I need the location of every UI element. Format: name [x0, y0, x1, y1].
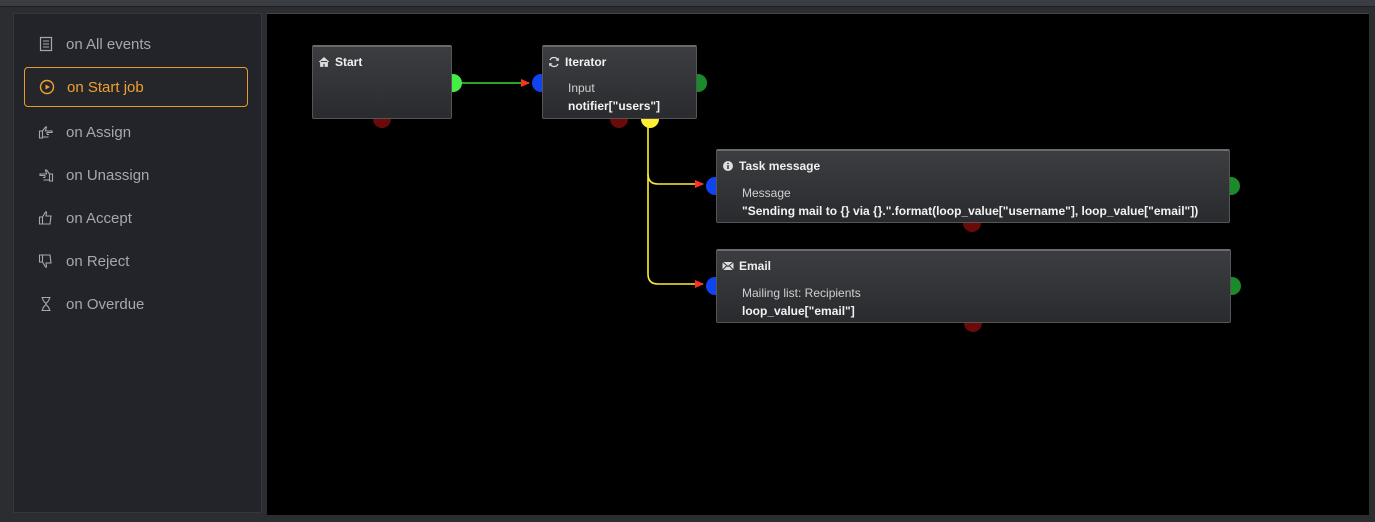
- event-sidebar: on All events on Start job on Assign on …: [13, 13, 262, 513]
- node-field-value: notifier["users"]: [568, 99, 661, 113]
- node-field-label: Mailing list: Recipients: [742, 286, 861, 300]
- sidebar-item-overdue[interactable]: on Overdue: [24, 284, 248, 324]
- sidebar-item-label: on Overdue: [66, 295, 145, 313]
- top-bar: [0, 0, 1375, 7]
- sidebar-item-assign[interactable]: on Assign: [24, 112, 248, 152]
- node-title: Task message: [722, 159, 820, 173]
- play-circle-icon: [39, 79, 55, 95]
- node-field-value: "Sending mail to {} via {}.".format(loop…: [742, 204, 1199, 218]
- sidebar-item-reject[interactable]: on Reject: [24, 241, 248, 281]
- sidebar-item-label: on All events: [66, 35, 152, 53]
- hand-point-right-icon: [38, 124, 54, 140]
- refresh-icon: [548, 56, 560, 68]
- node-title: Iterator: [548, 55, 606, 69]
- list-icon: [38, 36, 54, 52]
- sidebar-item-label: on Assign: [66, 123, 132, 141]
- home-icon: [318, 56, 330, 68]
- node-iterator[interactable]: Iterator Input notifier["users"]: [542, 45, 697, 119]
- node-field-label: Input: [568, 81, 595, 95]
- thumbs-down-icon: [38, 253, 54, 269]
- hourglass-icon: [38, 296, 54, 312]
- wire-iterator-to-task-message: [647, 122, 704, 188]
- sidebar-item-start-job[interactable]: on Start job: [24, 67, 248, 107]
- sidebar-item-label: on Accept: [66, 209, 132, 227]
- wire-iterator-to-email: [647, 174, 704, 288]
- node-task-message[interactable]: Task message Message "Sending mail to {}…: [716, 149, 1230, 223]
- node-title: Email: [722, 259, 771, 273]
- sidebar-item-all-events[interactable]: on All events: [24, 24, 248, 64]
- sidebar-item-unassign[interactable]: on Unassign: [24, 155, 248, 195]
- node-email[interactable]: Email Mailing list: Recipients loop_valu…: [716, 249, 1231, 323]
- envelope-icon: [722, 260, 734, 272]
- thumbs-up-icon: [38, 210, 54, 226]
- sidebar-item-label: on Reject: [66, 252, 130, 270]
- node-field-value: loop_value["email"]: [742, 304, 855, 318]
- hand-point-left-icon: [38, 167, 54, 183]
- node-title: Start: [318, 55, 362, 69]
- node-start[interactable]: Start: [312, 45, 452, 119]
- sidebar-item-label: on Start job: [67, 78, 144, 96]
- sidebar-item-accept[interactable]: on Accept: [24, 198, 248, 238]
- flow-canvas[interactable]: Start Iterator Input notifier["users"] T…: [267, 13, 1369, 515]
- sidebar-item-label: on Unassign: [66, 166, 150, 184]
- node-field-label: Message: [742, 186, 791, 200]
- info-circle-icon: [722, 160, 734, 172]
